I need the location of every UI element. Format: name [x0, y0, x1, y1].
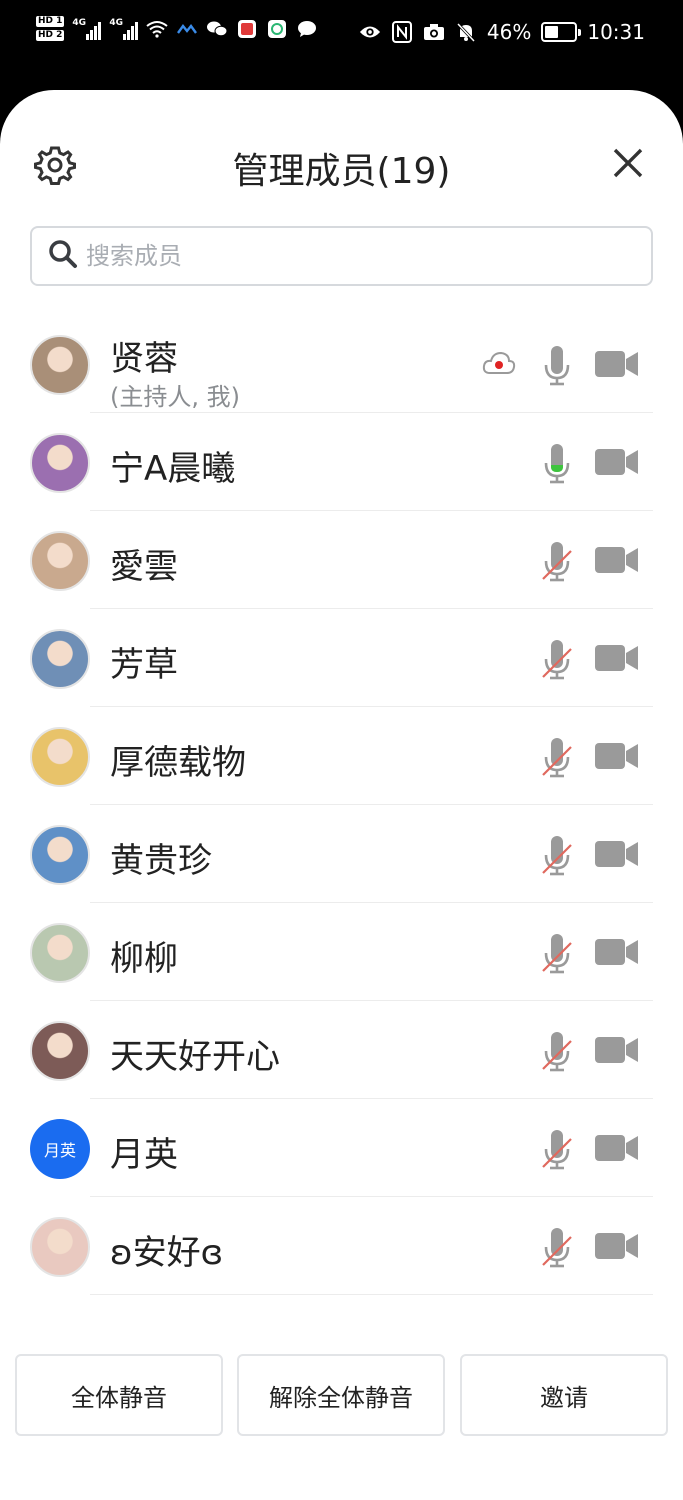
search-box[interactable] — [30, 226, 653, 286]
video-camera-icon[interactable] — [594, 1035, 640, 1065]
clock: 10:31 — [587, 20, 645, 44]
video-camera-icon[interactable] — [594, 741, 640, 771]
manage-members-sheet: 管理成员(19) 贤蓉 (主持人, 我) 宁A晨曦愛雲芳草厚德载物黄贵珍柳柳天天好开… — [0, 90, 683, 1500]
hd-icon: HD 1 HD 2 — [36, 16, 65, 41]
mic-muted-icon[interactable] — [540, 931, 574, 975]
member-row[interactable]: ʚ安好ɞ — [0, 1197, 683, 1295]
member-row[interactable]: 天天好开心 — [0, 1001, 683, 1099]
cloud-record-icon — [482, 349, 516, 377]
video-camera-icon[interactable] — [594, 447, 640, 477]
eye-icon — [359, 21, 381, 43]
member-row[interactable]: 宁A晨曦 — [0, 413, 683, 511]
signal-icon-1: 4G — [72, 18, 102, 40]
close-icon[interactable] — [611, 146, 645, 180]
member-name: 月英 — [110, 1135, 178, 1175]
row-divider — [90, 1294, 653, 1295]
member-name: 芳草 — [110, 645, 178, 685]
search-icon — [48, 239, 78, 273]
wifi-icon — [146, 18, 169, 40]
video-camera-icon[interactable] — [594, 643, 640, 673]
mic-muted-icon[interactable] — [540, 637, 574, 681]
battery-percent: 46% — [486, 20, 532, 44]
avatar: 月英 — [30, 1119, 90, 1179]
video-camera-icon[interactable] — [594, 349, 640, 379]
member-row[interactable]: 月英 月英 — [0, 1099, 683, 1197]
red-app-icon — [236, 18, 258, 40]
member-name: 柳柳 — [110, 939, 178, 979]
member-name: 厚德载物 — [110, 743, 246, 783]
invite-button[interactable]: 邀请 — [460, 1354, 668, 1436]
mute-all-button[interactable]: 全体静音 — [15, 1354, 223, 1436]
video-camera-icon[interactable] — [594, 1231, 640, 1261]
mic-muted-icon[interactable] — [540, 539, 574, 583]
member-name: 宁A晨曦 — [110, 449, 236, 489]
member-name: ʚ安好ɞ — [110, 1233, 224, 1273]
mic-active-icon[interactable] — [540, 441, 574, 485]
member-row[interactable]: 厚德载物 — [0, 707, 683, 805]
battery-icon — [541, 22, 582, 42]
member-list[interactable]: 贤蓉 (主持人, 我) 宁A晨曦愛雲芳草厚德载物黄贵珍柳柳天天好开心月英 月英 ʚ安好ɞ — [0, 315, 683, 1323]
mic-icon[interactable] — [540, 343, 574, 387]
status-left: HD 1 HD 2 4G 4G — [36, 16, 318, 41]
member-row[interactable]: 黄贵珍 — [0, 805, 683, 903]
avatar — [30, 825, 90, 885]
chat-app-icon — [266, 18, 288, 40]
mic-muted-icon[interactable] — [540, 833, 574, 877]
mic-muted-icon[interactable] — [540, 1029, 574, 1073]
member-name: 贤蓉 — [110, 339, 178, 379]
camera-icon — [423, 21, 445, 43]
member-row[interactable]: 柳柳 — [0, 903, 683, 1001]
app-notification-icon — [176, 18, 198, 40]
member-name: 愛雲 — [110, 547, 178, 587]
bell-off-icon — [455, 21, 477, 43]
member-row[interactable]: 愛雲 — [0, 511, 683, 609]
avatar-text: 月英 — [43, 1141, 76, 1160]
member-row[interactable]: 贤蓉 (主持人, 我) — [0, 315, 683, 413]
page-title: 管理成员(19) — [232, 151, 451, 192]
avatar — [30, 727, 90, 787]
avatar — [30, 433, 90, 493]
status-bar: HD 1 HD 2 4G 4G 46% 10:31 — [0, 0, 683, 70]
avatar — [30, 531, 90, 591]
signal-icon-2: 4G — [109, 18, 139, 40]
video-camera-icon[interactable] — [594, 545, 640, 575]
footer-actions: 全体静音 解除全体静音 邀请 — [0, 1352, 683, 1500]
status-right: 46% 10:31 — [359, 20, 645, 44]
avatar — [30, 923, 90, 983]
member-role: (主持人, 我) — [110, 383, 240, 411]
member-name: 黄贵珍 — [110, 841, 212, 881]
wechat-icon — [206, 18, 228, 40]
avatar — [30, 629, 90, 689]
avatar — [30, 1217, 90, 1277]
mic-muted-icon[interactable] — [540, 735, 574, 779]
sheet-header: 管理成员(19) — [0, 130, 683, 200]
search-input[interactable] — [86, 242, 606, 270]
video-camera-icon[interactable] — [594, 839, 640, 869]
avatar — [30, 335, 90, 395]
unmute-all-button[interactable]: 解除全体静音 — [237, 1354, 445, 1436]
message-icon — [296, 18, 318, 40]
mic-muted-icon[interactable] — [540, 1225, 574, 1269]
video-camera-icon[interactable] — [594, 1133, 640, 1163]
video-camera-icon[interactable] — [594, 937, 640, 967]
nfc-icon — [391, 21, 413, 43]
mic-muted-icon[interactable] — [540, 1127, 574, 1171]
member-name: 天天好开心 — [110, 1037, 280, 1077]
member-row[interactable]: 芳草 — [0, 609, 683, 707]
avatar — [30, 1021, 90, 1081]
